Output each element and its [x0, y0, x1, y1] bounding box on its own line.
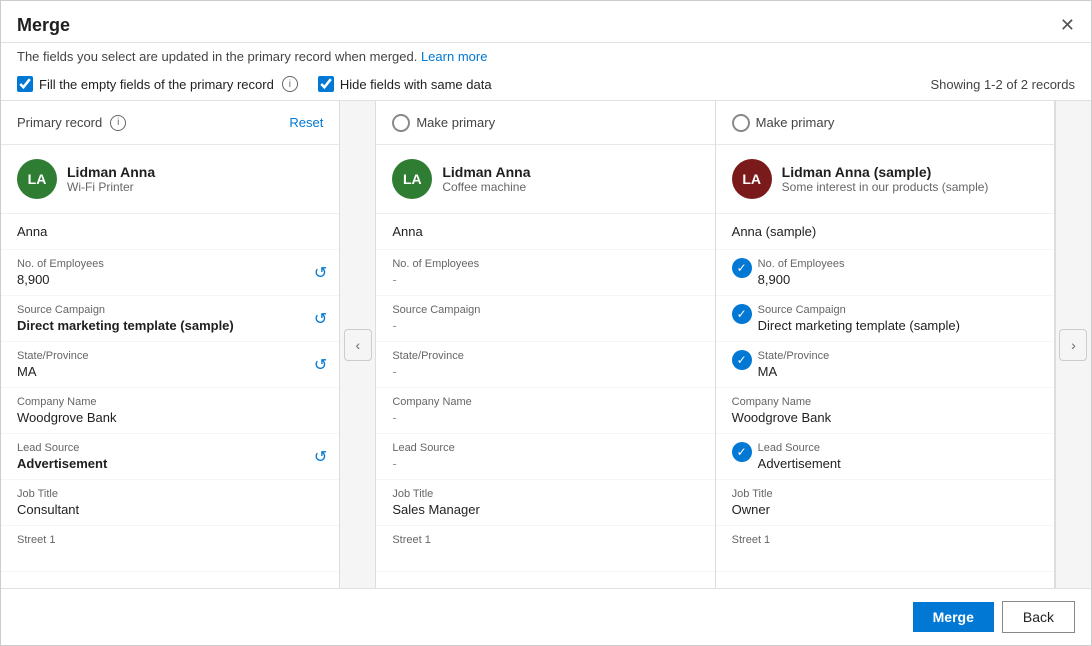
- dialog-subtitle: The fields you select are updated in the…: [1, 43, 1091, 68]
- primary-field-2: State/Province MA ↺: [1, 342, 339, 388]
- field-label: No. of Employees: [17, 258, 299, 270]
- showing-label: Showing 1-2 of 2 records: [930, 77, 1075, 92]
- primary-record-name: Lidman Anna: [67, 164, 155, 180]
- col3-record-name: Lidman Anna (sample): [782, 164, 989, 180]
- col2-record-sub: Coffee machine: [442, 180, 530, 194]
- main-columns: Primary record i Reset LA Lidman Anna Wi…: [1, 101, 1091, 588]
- col3-field-3: Company Name Woodgrove Bank: [716, 388, 1054, 434]
- primary-field-1: Source Campaign Direct marketing templat…: [1, 296, 339, 342]
- primary-field-4: Lead Source Advertisement ↺: [1, 434, 339, 480]
- hide-same-checkbox-group: Hide fields with same data: [318, 76, 492, 92]
- col3-column: Make primary LA Lidman Anna (sample) Som…: [716, 101, 1055, 588]
- restore-button-1[interactable]: ↺: [314, 309, 327, 329]
- field-label: Source Campaign: [17, 304, 299, 316]
- col3-field-2: ✓ State/Province MA: [716, 342, 1054, 388]
- primary-field-0: No. of Employees 8,900 ↺: [1, 250, 339, 296]
- dialog-header: Merge ✕: [1, 1, 1091, 43]
- toolbar: Fill the empty fields of the primary rec…: [1, 68, 1091, 101]
- nav-left-button[interactable]: ‹: [344, 329, 372, 361]
- field-label: Company Name: [17, 396, 323, 408]
- merge-dialog: Merge ✕ The fields you select are update…: [0, 0, 1092, 646]
- col2-avatar: LA: [392, 159, 432, 199]
- back-button[interactable]: Back: [1002, 601, 1075, 633]
- primary-field-6: Street 1: [1, 526, 339, 572]
- col2-field-0: No. of Employees -: [376, 250, 714, 296]
- col2-first-name: Anna: [376, 214, 714, 250]
- dialog-title: Merge: [17, 15, 70, 36]
- check-icon-1: ✓: [732, 304, 752, 324]
- col3-field-4: ✓ Lead Source Advertisement: [716, 434, 1054, 480]
- col3-record-sub: Some interest in our products (sample): [782, 180, 989, 194]
- nav-right-button[interactable]: ›: [1059, 329, 1087, 361]
- check-icon-2: ✓: [732, 350, 752, 370]
- col2-column: Make primary LA Lidman Anna Coffee machi…: [376, 101, 715, 588]
- primary-info-icon: i: [110, 115, 126, 131]
- hide-same-checkbox[interactable]: [318, 76, 334, 92]
- col3-field-0: ✓ No. of Employees 8,900: [716, 250, 1054, 296]
- field-label: Street 1: [17, 534, 323, 546]
- restore-button-0[interactable]: ↺: [314, 263, 327, 283]
- col2-field-6: Street 1: [376, 526, 714, 572]
- nav-left-col: ‹: [340, 101, 376, 588]
- primary-col-header: Primary record i Reset: [1, 101, 339, 145]
- columns-wrapper: Primary record i Reset LA Lidman Anna Wi…: [1, 101, 1091, 588]
- col2-field-2: State/Province -: [376, 342, 714, 388]
- primary-field-3: Company Name Woodgrove Bank: [1, 388, 339, 434]
- primary-record-sub: Wi-Fi Printer: [67, 180, 155, 194]
- col2-field-3: Company Name -: [376, 388, 714, 434]
- primary-first-name: Anna: [1, 214, 339, 250]
- col3-field-6: Street 1: [716, 526, 1054, 572]
- col3-radio[interactable]: [732, 114, 750, 132]
- col3-field-1: ✓ Source Campaign Direct marketing templ…: [716, 296, 1054, 342]
- field-value: Woodgrove Bank: [17, 410, 323, 425]
- field-label: State/Province: [17, 350, 299, 362]
- primary-field-5: Job Title Consultant: [1, 480, 339, 526]
- restore-button-2[interactable]: ↺: [314, 355, 327, 375]
- col3-avatar: LA: [732, 159, 772, 199]
- col2-field-4: Lead Source -: [376, 434, 714, 480]
- col3-header-label: Make primary: [756, 115, 835, 130]
- col3-first-name: Anna (sample): [716, 214, 1054, 250]
- primary-record-label: Primary record: [17, 115, 102, 130]
- hide-same-label: Hide fields with same data: [340, 77, 492, 92]
- close-button[interactable]: ✕: [1060, 15, 1075, 36]
- check-icon-4: ✓: [732, 442, 752, 462]
- col2-header-label: Make primary: [416, 115, 495, 130]
- field-value: [17, 548, 323, 563]
- field-label: Lead Source: [17, 442, 299, 454]
- dialog-footer: Merge Back: [1, 588, 1091, 645]
- col2-record-header: LA Lidman Anna Coffee machine: [376, 145, 714, 214]
- reset-link[interactable]: Reset: [289, 115, 323, 130]
- merge-button[interactable]: Merge: [913, 602, 994, 632]
- col2-radio[interactable]: [392, 114, 410, 132]
- field-value: Advertisement: [17, 456, 299, 471]
- learn-more-link[interactable]: Learn more: [421, 49, 487, 64]
- restore-button-4[interactable]: ↺: [314, 447, 327, 467]
- fill-empty-checkbox-group: Fill the empty fields of the primary rec…: [17, 76, 298, 92]
- col2-header: Make primary: [376, 101, 714, 145]
- col3-record-header: LA Lidman Anna (sample) Some interest in…: [716, 145, 1054, 214]
- field-label: Job Title: [17, 488, 323, 500]
- field-value: MA: [17, 364, 299, 379]
- field-value: Direct marketing template (sample): [17, 318, 299, 333]
- primary-avatar: LA: [17, 159, 57, 199]
- col2-field-5: Job Title Sales Manager: [376, 480, 714, 526]
- fill-empty-checkbox[interactable]: [17, 76, 33, 92]
- col3-header: Make primary: [716, 101, 1054, 145]
- check-icon-0: ✓: [732, 258, 752, 278]
- primary-column: Primary record i Reset LA Lidman Anna Wi…: [1, 101, 340, 588]
- col2-record-name: Lidman Anna: [442, 164, 530, 180]
- col2-field-1: Source Campaign -: [376, 296, 714, 342]
- field-value: 8,900: [17, 272, 299, 287]
- col3-field-5: Job Title Owner: [716, 480, 1054, 526]
- primary-record-header: LA Lidman Anna Wi-Fi Printer: [1, 145, 339, 214]
- field-value: Consultant: [17, 502, 323, 517]
- nav-right-col: ›: [1055, 101, 1091, 588]
- fill-empty-info-icon: i: [282, 76, 298, 92]
- fill-empty-label: Fill the empty fields of the primary rec…: [39, 77, 274, 92]
